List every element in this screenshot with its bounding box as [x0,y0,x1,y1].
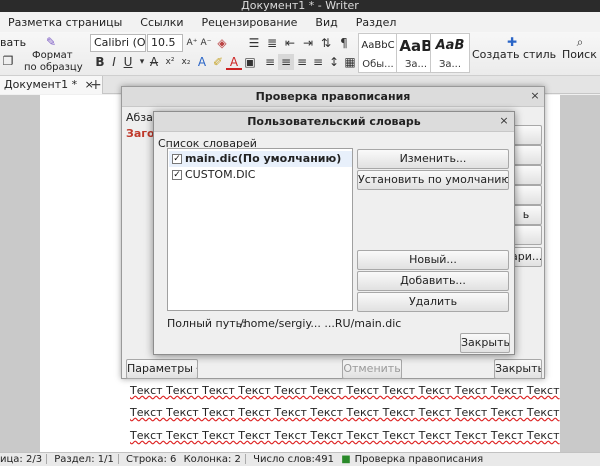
status-section: Раздел: 1/1 [54,454,114,465]
menu-bar: Разметка страницы Ссылки Рецензирование … [0,12,600,32]
sort-icon[interactable]: ⇅ [318,35,334,51]
user-dictionary-close-button[interactable]: Закрыть [460,333,510,353]
window-title-bar: Документ1 * - Writer [0,0,600,12]
full-path-label: Полный путь: [167,317,246,330]
decrease-font-icon[interactable]: A⁻ [198,35,214,51]
dictionary-list[interactable]: ✓ main.dic(По умолчанию) ✓ CUSTOM.DIC [167,148,353,311]
close-icon[interactable]: × [528,89,542,103]
font-name-select[interactable]: Calibri (O [90,34,146,52]
menu-review[interactable]: Рецензирование [194,16,308,29]
style-heading-2-sample: AaB [435,38,465,53]
clear-format-icon[interactable]: ◈ [214,35,230,51]
create-style-button[interactable]: Создать стиль [472,48,556,61]
align-center-icon[interactable]: ≡ [278,54,294,70]
chevron-down-icon: ▾ [196,365,197,374]
strikethrough-icon[interactable]: A [146,54,162,70]
window-title: Документ1 * - Writer [241,0,359,12]
bullets-icon[interactable]: ☰ [246,35,262,51]
document-text-line-2[interactable]: Текст Текст Текст Текст Текст Текст Текс… [130,406,560,419]
dictionary-item-main[interactable]: ✓ main.dic(По умолчанию) [169,151,352,167]
status-bar: ица: 2/3 Раздел: 1/1 Строка: 6 Колонка: … [0,452,600,466]
tab-document1-label: Документ1 * [4,78,78,91]
edit-dictionary-button[interactable]: Изменить... [357,149,509,169]
dictionary-item-custom[interactable]: ✓ CUSTOM.DIC [169,167,352,183]
align-left-icon[interactable]: ≡ [262,54,278,70]
options-button[interactable]: Параметры ▾ [126,359,198,379]
outdent-icon[interactable]: ⇤ [282,35,298,51]
dictionary-name-custom: CUSTOM.DIC [185,168,256,181]
spell-close-button[interactable]: Закрыть [494,359,542,379]
subscript-icon[interactable]: x₂ [178,54,194,70]
delete-dictionary-button[interactable]: Удалить [357,292,509,312]
justify-icon[interactable]: ≡ [310,54,326,70]
format-painter-label-2[interactable]: по образцу [24,62,83,73]
font-size-select[interactable]: 10.5 [147,34,183,52]
document-text-line-1[interactable]: Текст Текст Текст Текст Текст Текст Текс… [130,384,560,397]
menu-page-layout[interactable]: Разметка страницы [0,16,132,29]
user-dictionary-dialog-title: Пользовательский словарь [154,112,514,132]
numbering-icon[interactable]: ≣ [264,35,280,51]
status-spell-icon[interactable]: ■ [341,454,350,465]
status-row: Строка: 6 [126,454,177,465]
set-default-button[interactable]: Установить по умолчанию(C) [357,170,509,190]
status-separator [46,454,48,464]
style-normal-name: Обы... [362,59,394,70]
format-painter-icon[interactable]: ✎ [43,34,59,50]
close-icon[interactable]: × [497,114,511,128]
status-spell-check[interactable]: Проверка правописания [355,454,483,465]
show-marks-icon[interactable]: ¶ [336,35,352,51]
new-tab-icon[interactable]: + [90,76,104,94]
dictionary-name-main: main.dic(По умолчанию) [185,152,342,165]
status-page: ица: 2/3 [0,454,43,465]
menu-view[interactable]: Вид [307,16,347,29]
status-word-count[interactable]: Число слов:491 [253,454,334,465]
superscript-icon[interactable]: x² [162,54,178,70]
new-dictionary-button[interactable]: Новый... [357,250,509,270]
style-normal-sample: AaBbC [361,40,395,51]
search-replace-button[interactable]: Поиск и [562,48,600,61]
cancel-button[interactable]: Отменить [342,359,402,379]
ribbon-partial-label[interactable]: вать [0,36,26,49]
menu-references[interactable]: Ссылки [132,16,193,29]
copy-icon[interactable]: ❐ [0,53,16,69]
status-separator [117,454,119,464]
style-heading-2-name: За... [438,59,462,70]
text-effect-icon[interactable]: A [194,54,210,70]
user-dictionary-dialog: Пользовательский словарь × Список словар… [153,111,515,355]
highlight-icon[interactable]: ✐ [210,54,226,70]
ribbon-toolbar: вать ❐ ✎ Формат по образцу Calibri (O 10… [0,32,600,76]
line-spacing-icon[interactable]: ↕ [326,54,342,70]
status-column: Колонка: 2 [183,454,241,465]
checkbox-custom-dic[interactable]: ✓ [172,170,182,180]
tab-document1[interactable]: Документ1 * × [0,76,103,94]
checkbox-main-dic[interactable]: ✓ [172,154,182,164]
format-painter-label-1[interactable]: Формат [32,50,73,61]
indent-icon[interactable]: ⇥ [300,35,316,51]
document-text-line-3[interactable]: Текст Текст Текст Текст Текст Текст Текс… [130,429,560,442]
status-separator [244,454,246,464]
full-path-value: /home/sergiy... ...RU/main.dic [240,317,402,330]
menu-section[interactable]: Раздел [348,16,407,29]
spell-check-dialog-title: Проверка правописания [122,87,544,107]
options-button-label: Параметры [127,362,193,375]
style-normal[interactable]: AaBbC Обы... [358,33,398,73]
paragraph-shading-icon[interactable]: ▦ [342,54,358,70]
style-heading-2[interactable]: AaB За... [430,33,470,73]
add-dictionary-button[interactable]: Добавить... [357,271,509,291]
font-color-icon[interactable]: A [226,54,242,70]
align-right-icon[interactable]: ≡ [294,54,310,70]
char-border-icon[interactable]: ▣ [242,54,258,70]
